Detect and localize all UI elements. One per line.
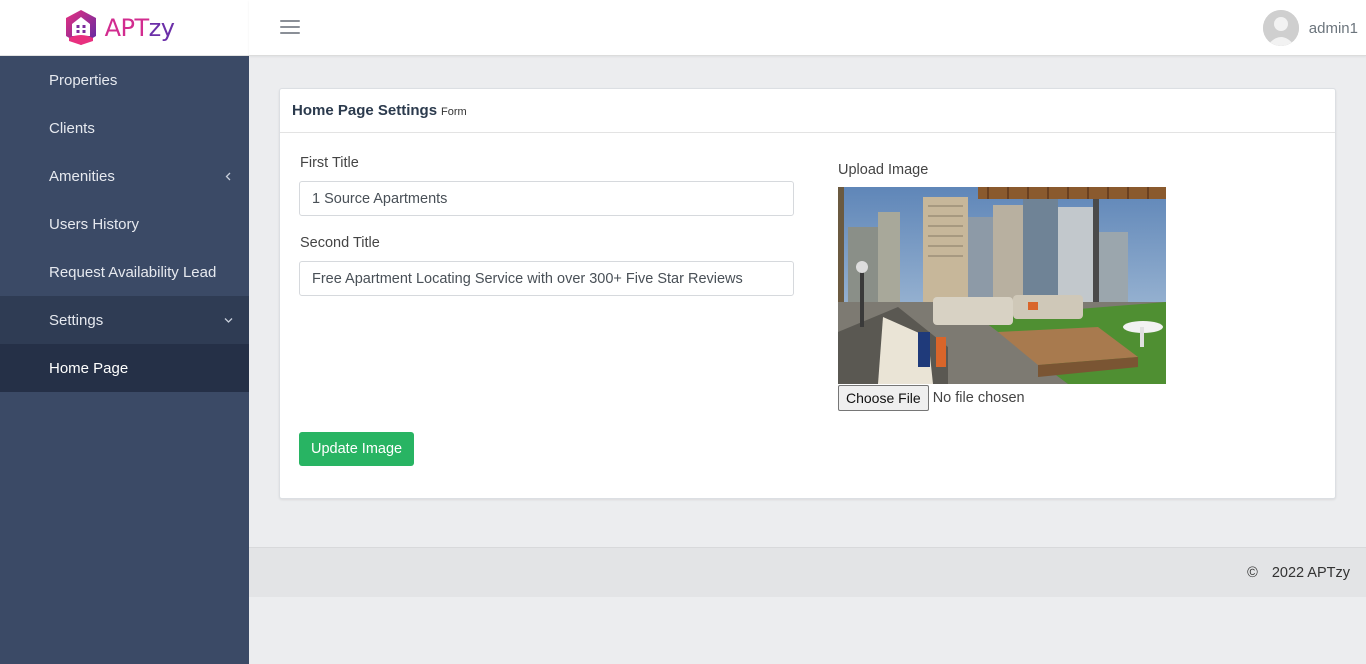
sidebar-item-amenities[interactable]: Amenities: [0, 152, 249, 200]
sidebar: APTzy Properties Clients Amenities Users…: [0, 0, 249, 664]
card-title: Home Page Settings: [292, 102, 438, 119]
file-status-text: No file chosen: [932, 390, 1025, 406]
sidebar-item-label: Properties: [49, 71, 118, 89]
top-navbar: admin1: [249, 0, 1366, 56]
brand-name: APTzy: [105, 14, 175, 42]
footer: © 2022 APTzy: [249, 547, 1366, 597]
footer-text: 2022 APTzy: [1271, 564, 1350, 581]
hamburger-icon[interactable]: [280, 20, 300, 36]
first-title-input[interactable]: 1 Source Apartments: [299, 181, 794, 216]
sidebar-item-home-page[interactable]: Home Page: [0, 344, 249, 392]
sidebar-item-label: Amenities: [49, 167, 115, 185]
sidebar-item-label: Home Page: [49, 359, 129, 377]
user-name: admin1: [1308, 19, 1358, 37]
home-page-settings-card: Home Page Settings Form First Title 1 So…: [279, 88, 1336, 499]
file-input: Choose File No file chosen: [838, 385, 1025, 411]
second-title-input[interactable]: Free Apartment Locating Service with ove…: [299, 261, 794, 296]
update-image-button[interactable]: Update Image: [299, 432, 415, 466]
aptzy-logo-icon: [65, 9, 96, 45]
brand-name-part1: APT: [104, 13, 150, 42]
sidebar-item-properties[interactable]: Properties: [0, 56, 249, 104]
chevron-left-icon: [223, 171, 233, 181]
copyright-icon: ©: [1247, 564, 1258, 581]
brand-logo[interactable]: APTzy: [61, 8, 175, 48]
sidebar-item-request-availability-lead[interactable]: Request Availability Lead: [0, 248, 249, 296]
card-subtitle: Form: [441, 106, 467, 118]
user-menu[interactable]: admin1: [1262, 10, 1358, 46]
sidebar-item-settings[interactable]: Settings: [0, 296, 249, 344]
second-title-label: Second Title: [300, 235, 380, 251]
sidebar-item-label: Settings: [49, 311, 104, 329]
brand-name-part2: zy: [148, 13, 175, 42]
home-page-image-preview: [838, 187, 1166, 384]
sidebar-item-label: Request Availability Lead: [49, 263, 217, 281]
sidebar-item-users-history[interactable]: Users History: [0, 200, 249, 248]
user-avatar-icon: [1262, 10, 1299, 46]
sidebar-item-label: Users History: [49, 215, 140, 233]
first-title-label: First Title: [300, 155, 359, 171]
chevron-down-icon: [223, 315, 233, 325]
sidebar-nav: Properties Clients Amenities Users Histo…: [0, 56, 249, 392]
card-header: Home Page Settings Form: [280, 89, 1335, 133]
sidebar-item-clients[interactable]: Clients: [0, 104, 249, 152]
upload-image-label: Upload Image: [838, 162, 929, 178]
choose-file-button[interactable]: Choose File: [838, 385, 929, 411]
sidebar-item-label: Clients: [49, 119, 95, 137]
brand-header: APTzy: [0, 0, 249, 56]
